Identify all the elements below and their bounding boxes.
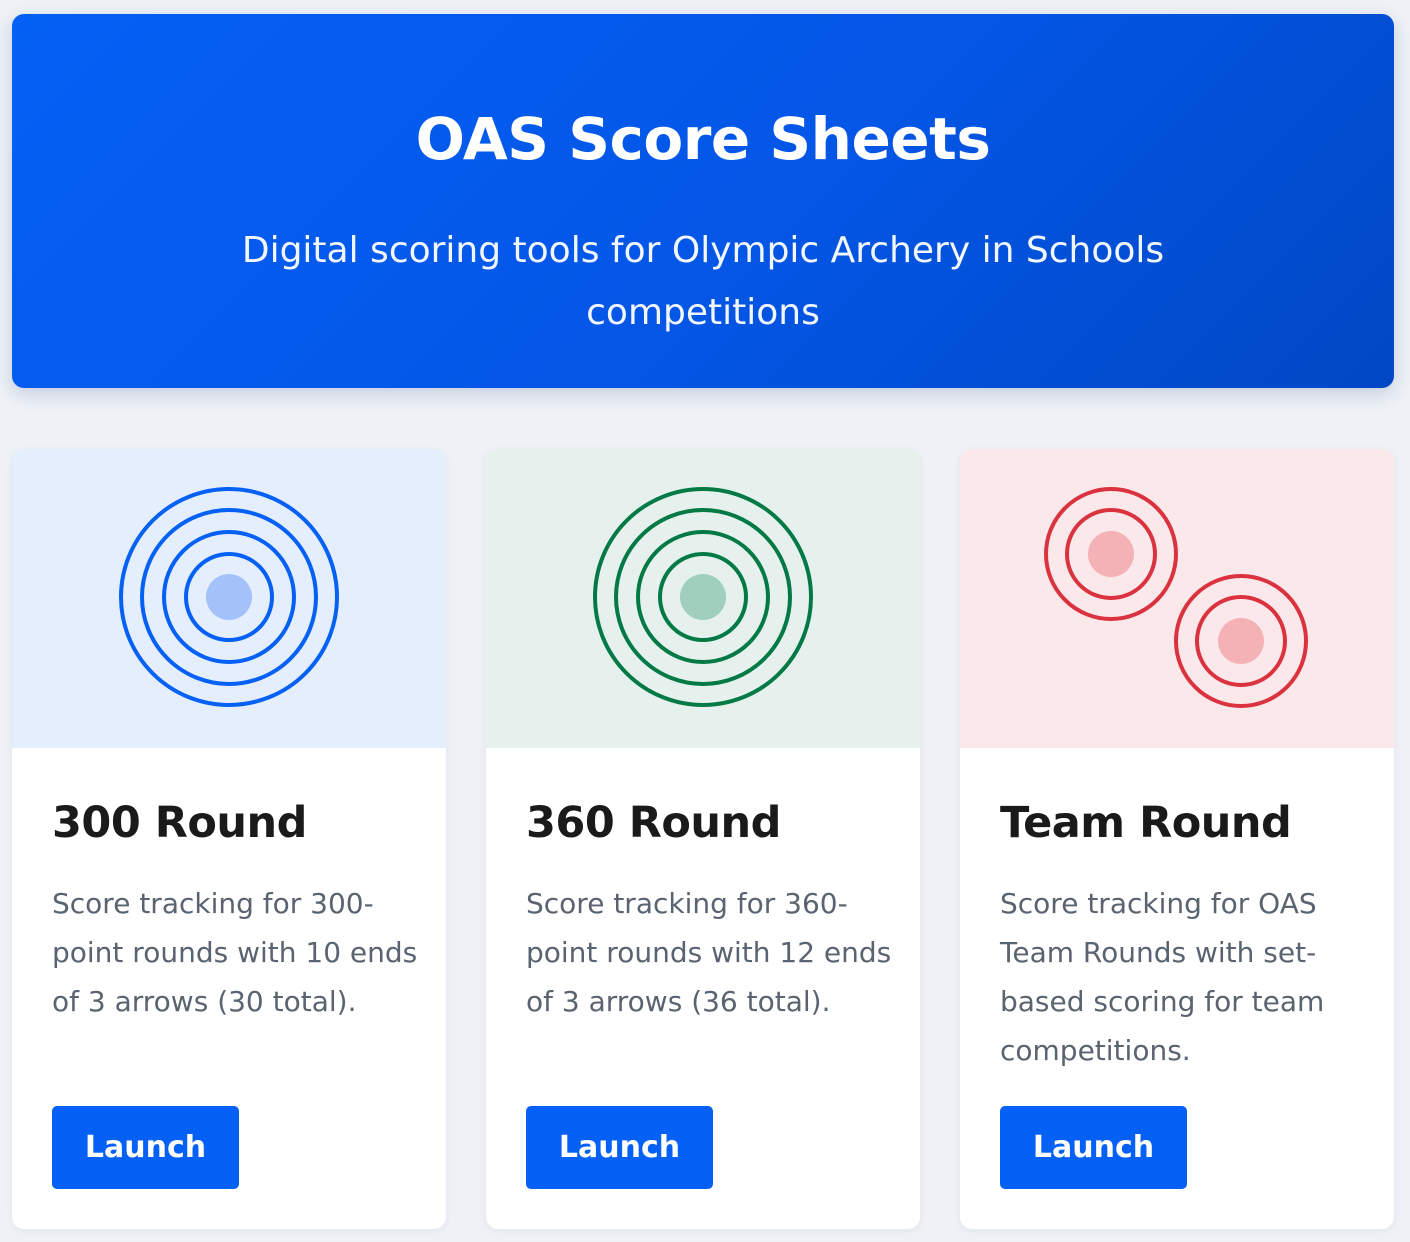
card-description: Score tracking for 360-point rounds with… xyxy=(526,887,892,1018)
card-art xyxy=(960,449,1394,748)
double-target-icon xyxy=(1044,487,1308,708)
card-team-round: Team Round Score tracking for OAS Team R… xyxy=(960,449,1394,1229)
launch-300-round-button[interactable]: Launch xyxy=(52,1106,239,1189)
page-subtitle: Digital scoring tools for Olympic Archer… xyxy=(241,230,1165,333)
card-art xyxy=(486,449,920,748)
card-360-round: 360 Round Score tracking for 360-point r… xyxy=(486,449,920,1229)
card-description: Score tracking for 300-point rounds with… xyxy=(52,887,418,1018)
launch-360-round-button[interactable]: Launch xyxy=(526,1106,713,1189)
target-icon xyxy=(119,487,339,707)
page: OAS Score Sheets Digital scoring tools f… xyxy=(0,0,1410,1242)
card-title: 300 Round xyxy=(52,798,307,848)
page-title: OAS Score Sheets xyxy=(415,105,991,173)
card-title: 360 Round xyxy=(526,798,781,848)
card-art xyxy=(12,449,446,748)
hero-banner: OAS Score Sheets Digital scoring tools f… xyxy=(12,14,1394,388)
target-icon xyxy=(593,487,813,707)
launch-team-round-button[interactable]: Launch xyxy=(1000,1106,1187,1189)
card-title: Team Round xyxy=(1000,798,1292,848)
card-description: Score tracking for OAS Team Rounds with … xyxy=(1000,887,1325,1067)
card-300-round: 300 Round Score tracking for 300-point r… xyxy=(12,449,446,1229)
